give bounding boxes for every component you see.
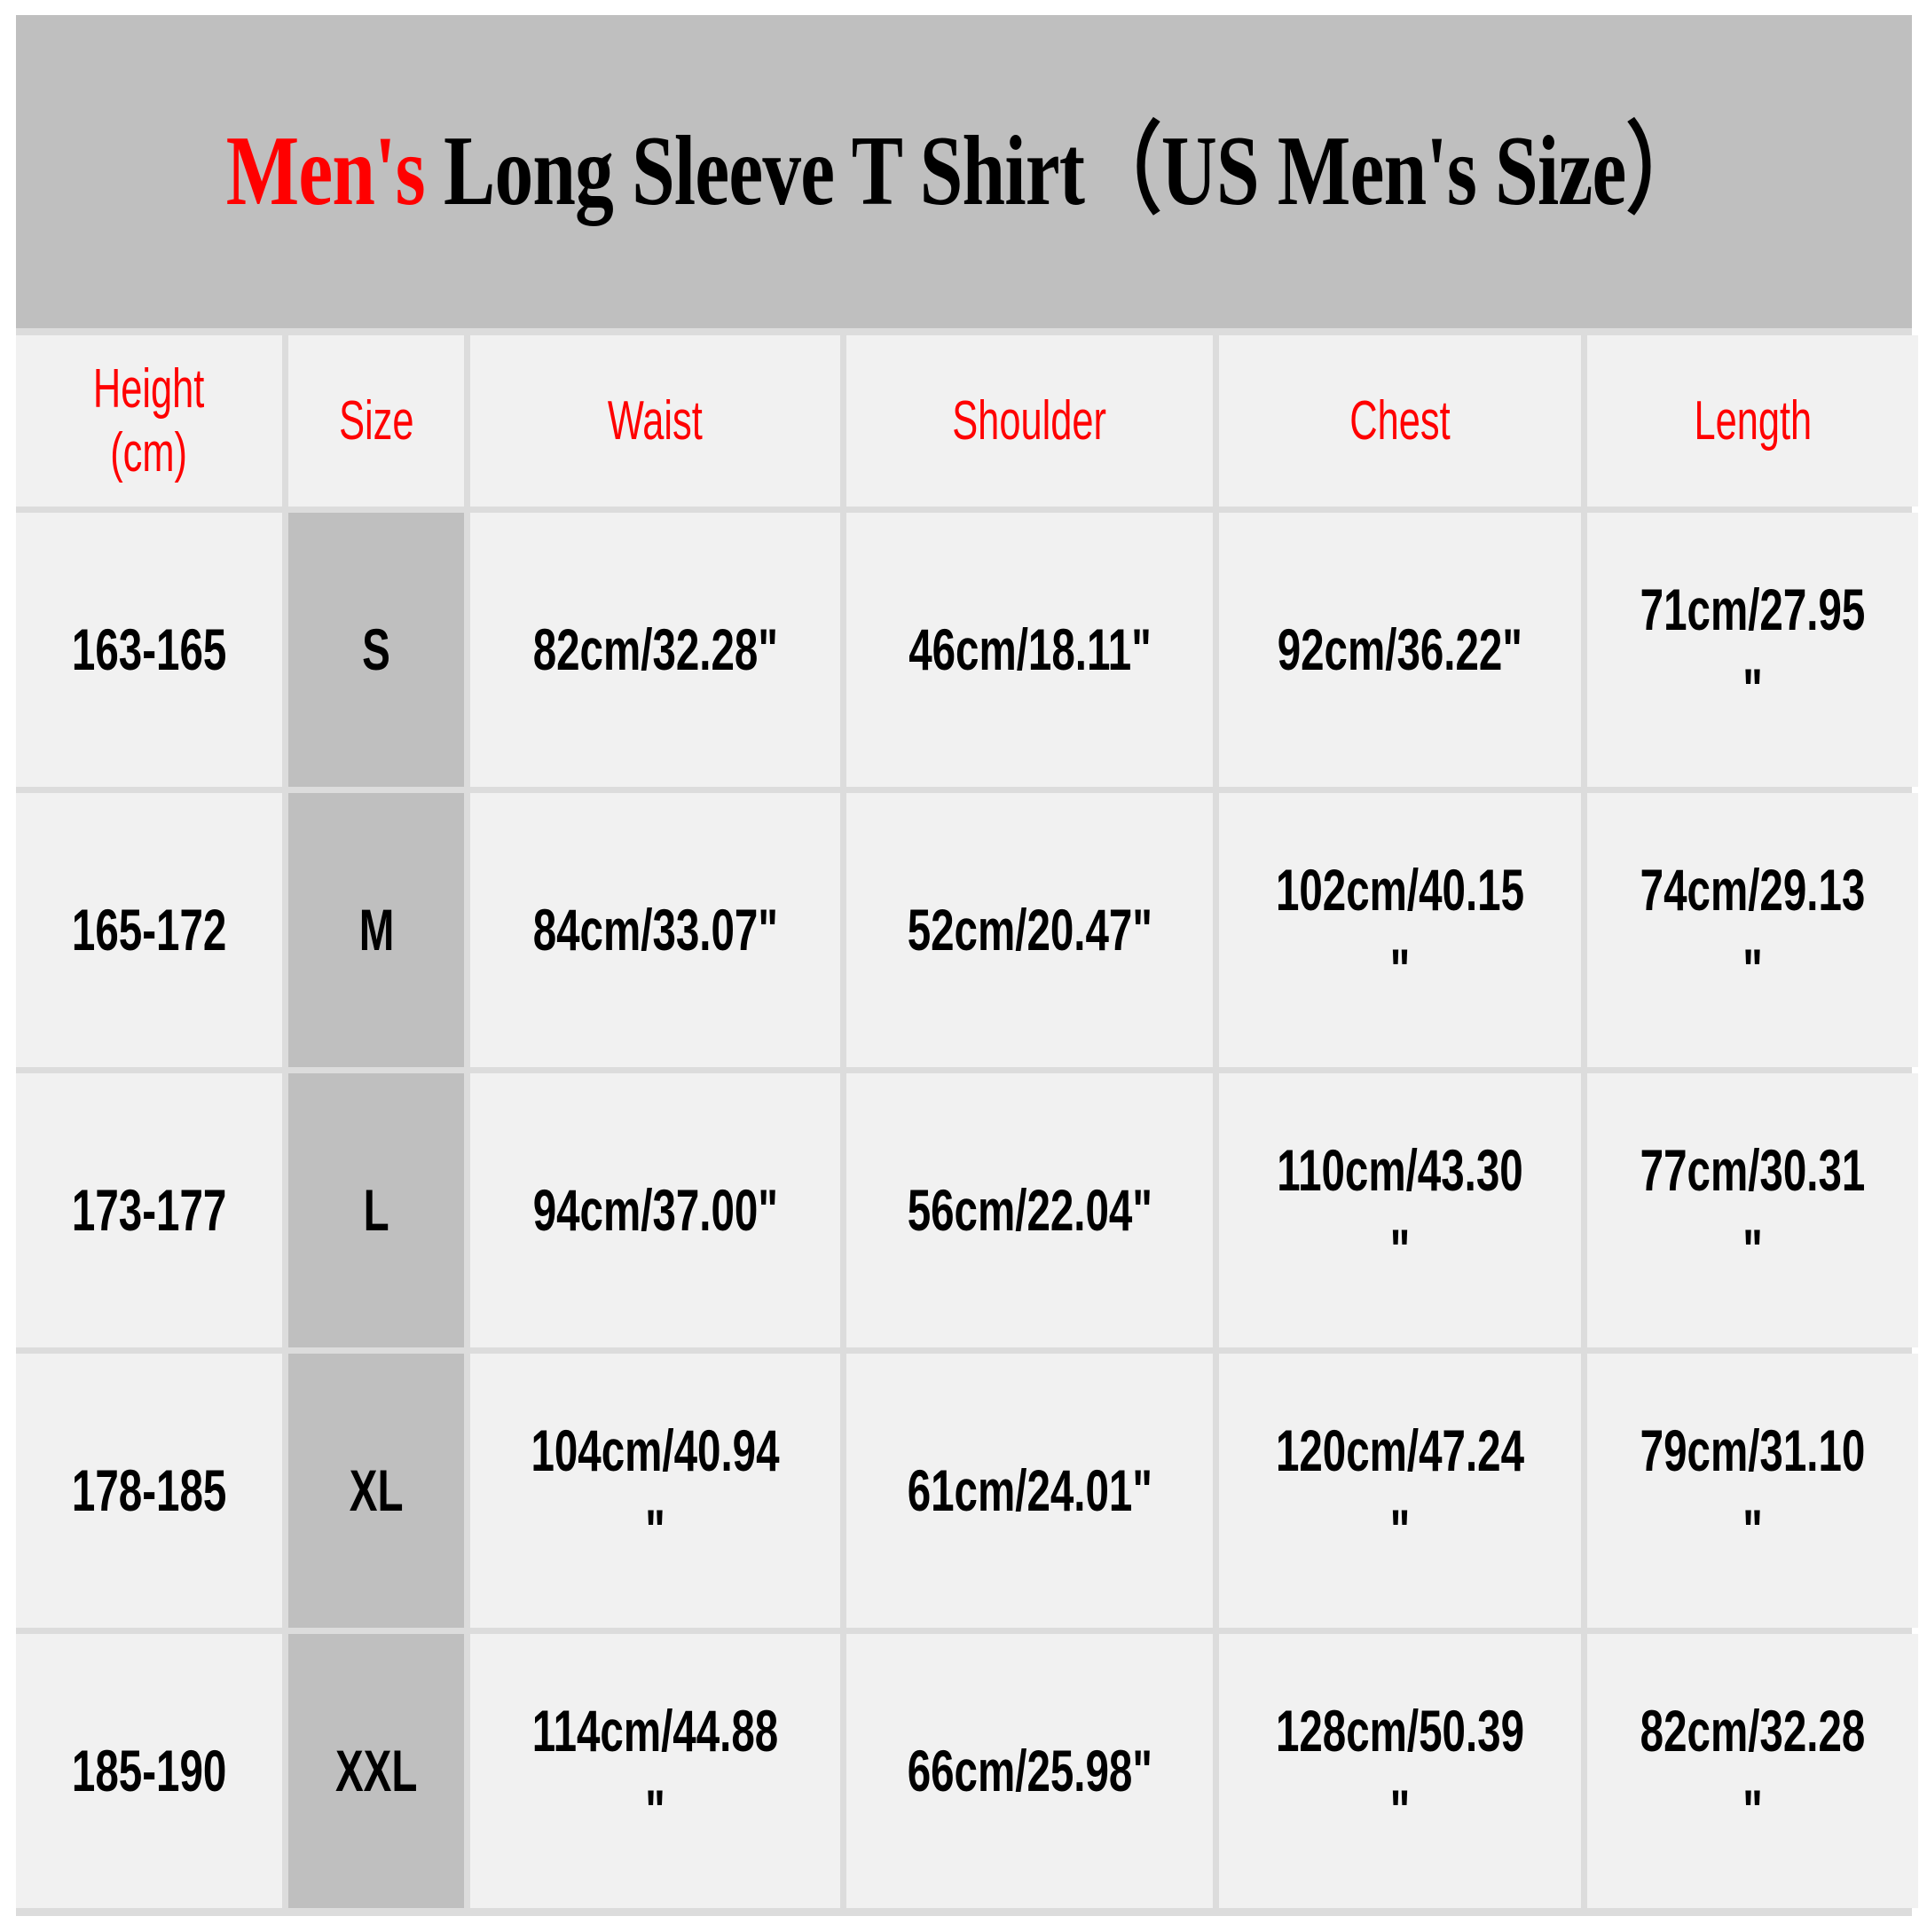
cell-length-value: 77cm/30.31" [1640,1137,1866,1283]
column-header-shoulder-label: Shoulder [952,389,1107,452]
title-accent-text: Men's [225,115,425,226]
cell-size: L [288,1073,464,1347]
table-row: 163-165 S 82cm/32.28" 46cm/18.11" 92cm/3… [16,513,1918,787]
cell-chest: 120cm/47.24" [1219,1354,1581,1628]
cell-size: S [288,513,464,787]
table-row: 173-177 L 94cm/37.00" 56cm/22.04" 110cm/… [16,1073,1918,1347]
cell-chest-value: 102cm/40.15" [1275,857,1525,1002]
cell-size: M [288,793,464,1067]
cell-shoulder-value: 66cm/25.98" [907,1737,1152,1803]
cell-chest-value: 110cm/43.30" [1277,1137,1523,1283]
column-header-waist: Waist [470,335,840,507]
column-header-size-label: Size [338,389,414,452]
cell-chest-value: 128cm/50.39" [1275,1698,1525,1843]
cell-chest: 128cm/50.39" [1219,1634,1581,1908]
cell-height: 163-165 [16,513,282,787]
column-header-length: Length [1587,335,1918,507]
cell-height-value: 163-165 [71,616,227,682]
cell-chest: 92cm/36.22" [1219,513,1581,787]
cell-shoulder-value: 46cm/18.11" [908,616,1152,682]
cell-height-value: 178-185 [71,1457,227,1523]
cell-shoulder-value: 56cm/22.04" [907,1176,1152,1243]
table-row: 185-190 XXL 114cm/44.88" 66cm/25.98" 128… [16,1634,1918,1908]
cell-shoulder-value: 52cm/20.47" [907,896,1152,962]
table-row: 165-172 M 84cm/33.07" 52cm/20.47" 102cm/… [16,793,1918,1067]
column-header-chest: Chest [1219,335,1581,507]
cell-height: 178-185 [16,1354,282,1628]
cell-waist: 94cm/37.00" [470,1073,840,1347]
cell-height: 173-177 [16,1073,282,1347]
cell-length: 74cm/29.13" [1587,793,1918,1067]
cell-chest: 102cm/40.15" [1219,793,1581,1067]
page-title: Men's Long Sleeve T Shirt（US Men's Size） [225,119,1703,224]
column-header-height: Height (cm) [16,335,282,507]
column-header-height-label: Height (cm) [93,358,205,483]
cell-shoulder: 52cm/20.47" [846,793,1213,1067]
cell-size: XL [288,1354,464,1628]
table-header-row: Height (cm) Size Waist Shoulder Chest Le… [16,335,1918,507]
cell-size: XXL [288,1634,464,1908]
cell-length-value: 74cm/29.13" [1640,857,1866,1002]
column-header-size: Size [288,335,464,507]
cell-waist-value: 94cm/37.00" [532,1176,778,1243]
cell-size-value: M [358,896,394,962]
cell-length: 77cm/30.31" [1587,1073,1918,1347]
column-header-length-label: Length [1694,389,1812,452]
cell-size-value: S [362,616,390,682]
cell-size-value: XXL [334,1737,418,1803]
cell-size-value: L [363,1176,389,1243]
cell-shoulder: 66cm/25.98" [846,1634,1213,1908]
column-header-shoulder: Shoulder [846,335,1213,507]
cell-length-value: 79cm/31.10" [1640,1418,1866,1563]
cell-shoulder-value: 61cm/24.01" [907,1457,1152,1523]
cell-waist-value: 104cm/40.94" [531,1418,780,1563]
table-row: 178-185 XL 104cm/40.94" 61cm/24.01" 120c… [16,1354,1918,1628]
cell-chest-value: 92cm/36.22" [1277,616,1523,682]
cell-length-value: 82cm/32.28" [1640,1698,1866,1843]
cell-length: 79cm/31.10" [1587,1354,1918,1628]
cell-waist: 114cm/44.88" [470,1634,840,1908]
chart-title-banner: Men's Long Sleeve T Shirt（US Men's Size） [16,15,1912,328]
table-grid: Height (cm) Size Waist Shoulder Chest Le… [16,328,1918,1916]
cell-chest-value: 120cm/47.24" [1275,1418,1525,1563]
cell-shoulder: 46cm/18.11" [846,513,1213,787]
cell-height-value: 165-172 [71,896,227,962]
cell-size-value: XL [349,1457,404,1523]
cell-shoulder: 56cm/22.04" [846,1073,1213,1347]
cell-length: 71cm/27.95" [1587,513,1918,787]
size-chart-table: Men's Long Sleeve T Shirt（US Men's Size）… [16,15,1918,1916]
cell-height-value: 173-177 [71,1176,227,1243]
cell-waist-value: 82cm/32.28" [532,616,778,682]
cell-waist: 82cm/32.28" [470,513,840,787]
cell-height: 185-190 [16,1634,282,1908]
cell-waist: 104cm/40.94" [470,1354,840,1628]
cell-waist: 84cm/33.07" [470,793,840,1067]
cell-length: 82cm/32.28" [1587,1634,1918,1908]
cell-height-value: 185-190 [71,1737,227,1803]
cell-shoulder: 61cm/24.01" [846,1354,1213,1628]
cell-height: 165-172 [16,793,282,1067]
cell-length-value: 71cm/27.95" [1640,577,1866,722]
column-header-chest-label: Chest [1349,389,1451,452]
cell-waist-value: 114cm/44.88" [531,1698,779,1843]
cell-chest: 110cm/43.30" [1219,1073,1581,1347]
cell-waist-value: 84cm/33.07" [532,896,778,962]
title-rest-text: Long Sleeve T Shirt（US Men's Size） [424,115,1703,226]
column-header-waist-label: Waist [608,389,703,452]
